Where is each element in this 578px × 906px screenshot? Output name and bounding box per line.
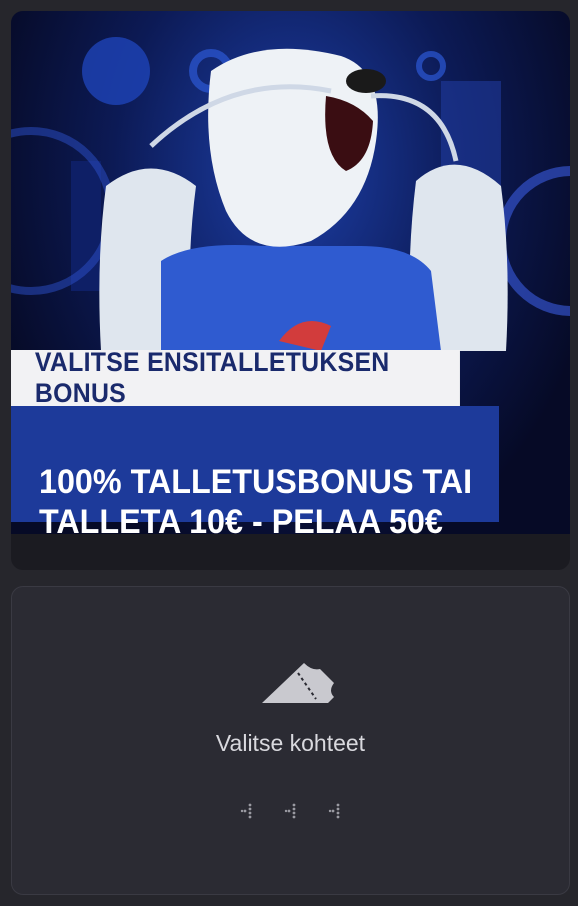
promo-illustration: VALITSE ENSITALLETUKSEN BONUS 100% TALLE… (11, 11, 570, 541)
loading-dot-icon (240, 803, 251, 819)
ticket-icon (262, 663, 334, 703)
loading-dot-icon (328, 803, 339, 819)
promo-subtitle: VALITSE ENSITALLETUKSEN BONUS (11, 347, 460, 408)
empty-selection-label: Valitse kohteet (215, 730, 366, 756)
promo-card[interactable]: VALITSE ENSITALLETUKSEN BONUS 100% TALLE… (11, 11, 570, 570)
promo-headline-text: 100% TALLETUSBONUS TAI TALLETA 10€ - PEL… (39, 463, 473, 541)
promo-headline: 100% TALLETUSBONUS TAI TALLETA 10€ - PEL… (11, 406, 499, 541)
loading-dots-icon (12, 802, 569, 820)
bet-selection-panel: Valitse kohteet (11, 586, 570, 895)
loading-dot-icon (284, 803, 295, 819)
